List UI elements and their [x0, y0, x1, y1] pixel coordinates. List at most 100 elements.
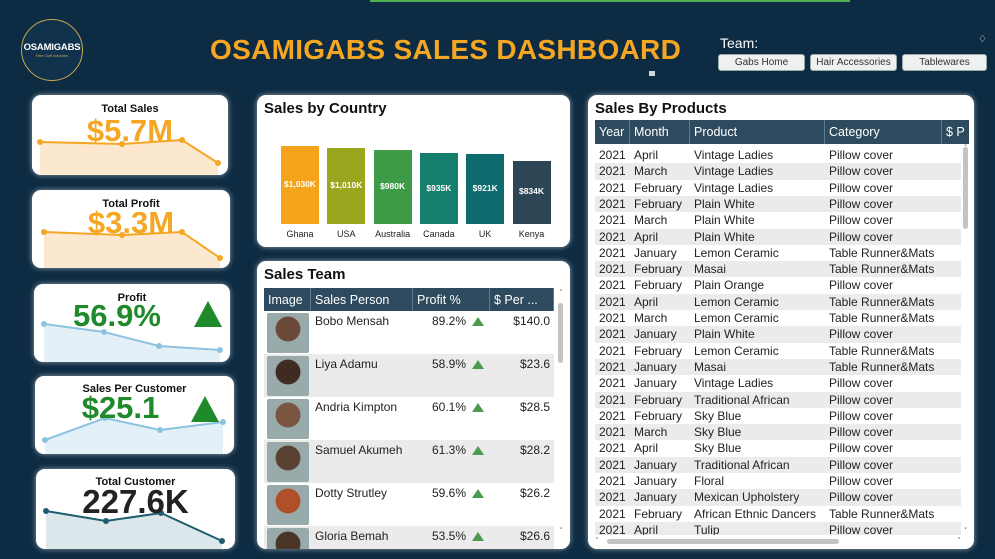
sales-person-name: Andria Kimpton [315, 400, 398, 414]
table-row[interactable]: 2021 April Plain White Pillow cover [595, 228, 961, 245]
product-cell: Sky Blue [694, 408, 742, 423]
month-cell: April [634, 522, 659, 535]
country-bar[interactable]: $1,010K [327, 147, 366, 224]
column-header-image[interactable]: Image [264, 288, 311, 311]
table-row[interactable]: 2021 April Sky Blue Pillow cover [595, 440, 961, 457]
category-cell: Pillow cover [829, 457, 894, 472]
products-horizontal-scrollbar[interactable]: ˂ ˃ [595, 537, 961, 546]
country-bar[interactable]: $935K [419, 153, 458, 224]
bar-data-label: $1,010K [330, 179, 363, 190]
logo-text: OSAMIGABS [23, 42, 81, 53]
table-row[interactable]: Gloria Bemah 53.5% $26.6 [264, 526, 554, 549]
country-bar[interactable]: $834K [512, 160, 551, 224]
scroll-down-icon[interactable]: ˅ [556, 527, 566, 535]
category-cell: Pillow cover [829, 490, 894, 505]
kpi-card-sales-per-customer[interactable]: Sales Per Customer $25.1 [35, 376, 234, 454]
country-bar[interactable]: $980K [373, 149, 412, 224]
column-header-year[interactable]: Year [595, 120, 630, 144]
scroll-left-icon[interactable]: ˂ [595, 537, 599, 545]
kpi-card-total-sales[interactable]: Total Sales $5.7M [32, 95, 228, 175]
kpi-card-total-customer[interactable]: Total Customer 227.6K [36, 469, 235, 549]
sales-team-scrollbar[interactable]: ˄ ˅ [556, 289, 566, 547]
person-photo [267, 528, 309, 549]
sales-by-country-chart: $1,030K Ghana $1,010K USA $980K Australia $935… [257, 95, 570, 247]
year-cell: 2021 [599, 408, 626, 423]
profit-cell: 58.9% [432, 357, 485, 371]
team-button-hair-accessories[interactable]: Hair Accessories [810, 54, 897, 71]
table-row[interactable]: 2021 January Plain White Pillow cover [595, 326, 961, 343]
table-row[interactable]: 2021 February Masai Table Runner&Mats [595, 261, 961, 278]
table-row[interactable]: 2021 February Vintage Ladies Pillow cover [595, 179, 961, 196]
kpi-card-profit-percent[interactable]: Profit 56.9% [34, 284, 230, 362]
table-row[interactable]: Liya Adamu 58.9% $23.6 [264, 354, 554, 397]
table-row[interactable]: Dotty Strutley 59.6% $26.2 [264, 483, 554, 526]
year-cell: 2021 [599, 148, 626, 162]
table-row[interactable]: 2021 January Vintage Ladies Pillow cover [595, 375, 961, 392]
team-label: Team: [720, 35, 759, 51]
table-row[interactable]: Bobo Mensah 89.2% $140.0 [264, 311, 554, 354]
table-row[interactable]: 2021 January Masai Table Runner&Mats [595, 358, 961, 376]
scroll-right-icon[interactable]: ˃ [958, 537, 962, 545]
table-row[interactable]: 2021 January Lemon Ceramic Table Runner&Mat… [595, 244, 961, 262]
team-button-gabs-home[interactable]: Gabs Home [718, 54, 805, 71]
table-row[interactable]: 2021 April Tulip Pillow cover [595, 521, 961, 535]
title-marker [649, 71, 655, 76]
up-triangle-icon [472, 446, 485, 455]
table-row[interactable]: 2021 March Sky Blue Pillow cover [595, 424, 961, 441]
up-triangle-icon [472, 360, 485, 369]
category-cell: Pillow cover [829, 278, 894, 293]
column-header-month[interactable]: Month [630, 120, 690, 144]
scrollbar-thumb[interactable] [963, 147, 968, 229]
profit-value: 58.9% [432, 357, 467, 371]
sales-person-name: Dotty Strutley [315, 486, 388, 500]
table-row[interactable]: Andria Kimpton 60.1% $28.5 [264, 397, 554, 440]
country-tick-label: Ghana [286, 229, 314, 239]
table-row[interactable]: 2021 February Sky Blue Pillow cover [595, 407, 961, 425]
team-button-tablewares[interactable]: Tablewares [902, 54, 987, 71]
table-row[interactable]: 2021 April Lemon Ceramic Table Runner&Mats [595, 293, 961, 310]
column-header-sales[interactable]: $ P [942, 120, 969, 144]
country-bar[interactable]: $1,030K [281, 146, 319, 224]
profit-value: 89.2% [432, 314, 467, 328]
table-row[interactable]: 2021 February Plain Orange Pillow cover [595, 277, 961, 294]
pin-icon[interactable]: ♢ [978, 34, 987, 45]
scroll-down-icon[interactable]: ˅ [961, 527, 970, 535]
bar-data-label: $921K [472, 183, 498, 194]
year-cell: 2021 [599, 457, 626, 472]
scrollbar-thumb[interactable] [607, 539, 839, 544]
table-row[interactable]: 2021 February Plain White Pillow cover [595, 195, 961, 213]
scroll-up-icon[interactable]: ˄ [556, 289, 566, 297]
table-row[interactable]: 2021 January Floral Pillow cover [595, 473, 961, 490]
table-row[interactable]: 2021 March Lemon Ceramic Table Runner&Mats [595, 310, 961, 327]
column-header-category[interactable]: Category [825, 120, 942, 144]
month-cell: February [634, 262, 683, 277]
column-header-product[interactable]: Product [690, 120, 825, 144]
bar-data-label: $980K [380, 180, 406, 191]
year-cell: 2021 [599, 425, 626, 440]
product-cell: Sky Blue [694, 425, 742, 440]
company-logo: OSAMIGABS Fibre Craft Industries [21, 19, 83, 81]
table-row[interactable]: 2021 January Traditional African Pillow cov… [595, 456, 961, 473]
table-row[interactable]: 2021 March Plain White Pillow cover [595, 212, 961, 229]
scrollbar-thumb[interactable] [558, 303, 563, 363]
table-row[interactable]: 2021 January Mexican Upholstery Pillow cove… [595, 489, 961, 506]
product-cell: Plain White [694, 196, 755, 211]
product-cell: Mexican Upholstery [694, 490, 800, 505]
sales-person-name: Bobo Mensah [315, 314, 390, 328]
column-header-sales-person[interactable]: Sales Person [311, 288, 413, 311]
table-row[interactable]: 2021 February Traditional African Pillow co… [595, 391, 961, 408]
products-vertical-scrollbar[interactable]: ˄ ˅ [961, 144, 970, 535]
table-row[interactable]: 2021 March Vintage Ladies Pillow cover [595, 163, 961, 180]
table-row[interactable]: 2021 February Lemon Ceramic Table Runner&Ma… [595, 342, 961, 359]
table-row[interactable]: 2021 April Vintage Ladies Pillow cover [595, 147, 961, 164]
column-header-profit[interactable]: Profit % [413, 288, 490, 311]
table-row[interactable]: 2021 February African Ethnic Dancers Table … [595, 505, 961, 522]
table-row[interactable]: Samuel Akumeh 61.3% $28.2 [264, 440, 554, 483]
column-header-per-customer[interactable]: $ Per ... [490, 288, 554, 311]
profit-cell: 89.2% [432, 314, 485, 328]
country-bar[interactable]: $921K [466, 154, 505, 224]
year-cell: 2021 [599, 327, 626, 342]
kpi-card-total-profit[interactable]: Total Profit $3.3M [32, 190, 230, 268]
product-cell: Lemon Ceramic [694, 311, 779, 325]
up-triangle-icon [472, 489, 485, 498]
